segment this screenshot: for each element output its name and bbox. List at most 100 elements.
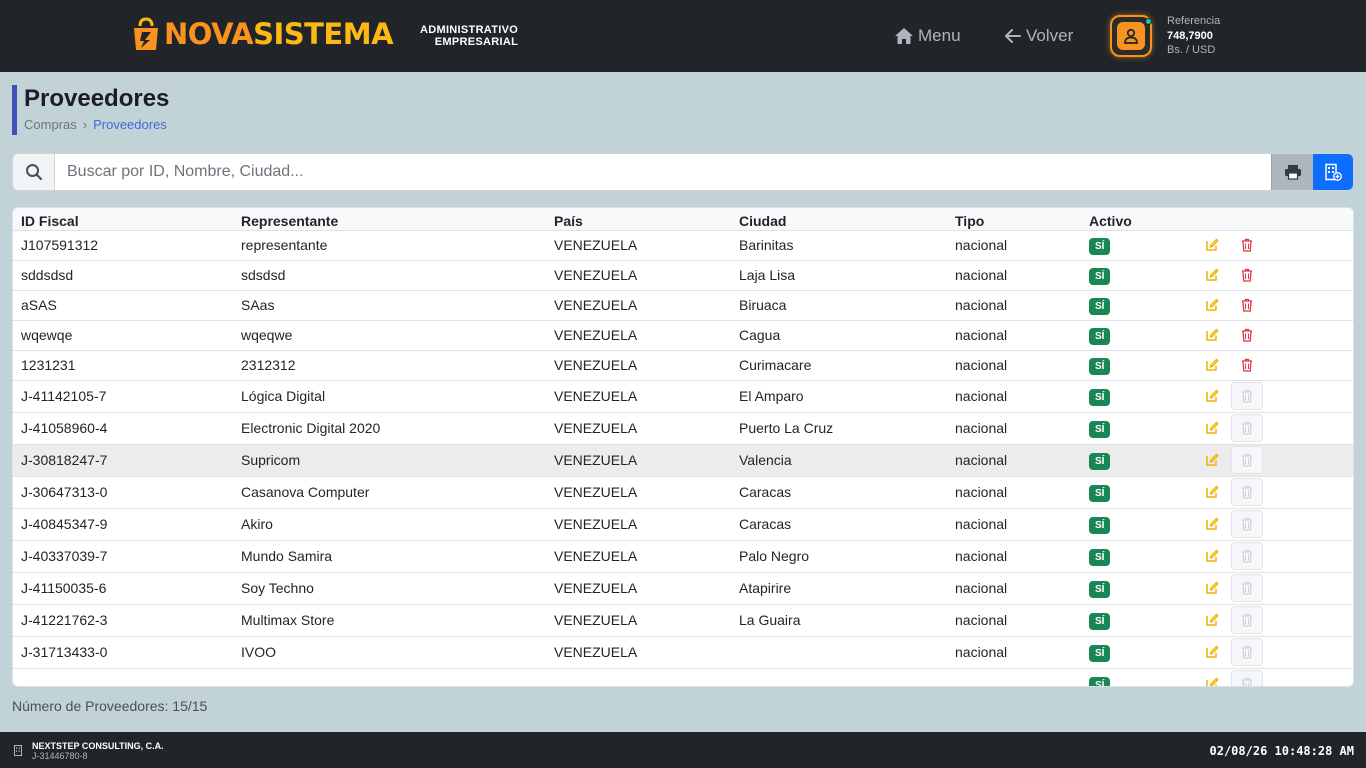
cell-tipo: nacional xyxy=(947,444,1081,477)
edit-button[interactable] xyxy=(1201,549,1229,563)
status-badge: SÍ xyxy=(1089,267,1111,285)
edit-button[interactable] xyxy=(1201,389,1229,403)
table-row[interactable]: J-30647313-0 Casanova Computer VENEZUELA Ca… xyxy=(13,476,1353,509)
delete-button[interactable] xyxy=(1231,231,1263,259)
column-header-id[interactable]: ID Fiscal xyxy=(13,208,233,231)
cell-actions xyxy=(1193,260,1353,291)
delete-button[interactable] xyxy=(1231,291,1263,319)
cell-activo: SÍ xyxy=(1081,230,1193,261)
status-badge: SÍ xyxy=(1089,420,1111,438)
status-badge: SÍ xyxy=(1089,516,1111,534)
table-row[interactable]: 1231231 2312312 VENEZUELA Curimacare naciona… xyxy=(13,350,1353,381)
table-body: J107591312 representante VENEZUELA Barinita… xyxy=(13,230,1353,686)
edit-icon xyxy=(1206,645,1219,658)
status-footer: NEXTSTEP CONSULTING, C.A. J-31446780-8 0… xyxy=(0,732,1366,768)
column-header-activo[interactable]: Activo xyxy=(1081,208,1193,231)
add-supplier-button[interactable] xyxy=(1313,154,1353,190)
cell-pais: VENEZUELA xyxy=(546,508,731,541)
cell-representante: Mundo Samira xyxy=(233,540,546,573)
edit-button[interactable] xyxy=(1201,485,1229,499)
edit-icon xyxy=(1206,517,1219,530)
column-header-representante[interactable]: Representante xyxy=(233,208,546,231)
cell-representante: representante xyxy=(233,230,546,261)
edit-button[interactable] xyxy=(1201,358,1229,372)
edit-button[interactable] xyxy=(1201,517,1229,531)
delete-button[interactable] xyxy=(1231,261,1263,289)
edit-icon xyxy=(1206,549,1219,562)
column-header-tipo[interactable]: Tipo xyxy=(947,208,1081,231)
brand-part1: NOVA xyxy=(164,16,254,51)
trash-icon xyxy=(1242,517,1252,531)
breadcrumb-parent[interactable]: Compras xyxy=(24,117,77,132)
delete-button[interactable] xyxy=(1231,351,1263,379)
edit-icon xyxy=(1206,677,1219,686)
breadcrumb: Compras › Proveedores xyxy=(24,117,169,132)
edit-button[interactable] xyxy=(1201,268,1229,282)
edit-button[interactable] xyxy=(1201,298,1229,312)
column-header-ciudad[interactable]: Ciudad xyxy=(731,208,947,231)
cell-pais: VENEZUELA xyxy=(546,230,731,261)
home-icon xyxy=(895,28,913,44)
cell-ciudad: La Guaira xyxy=(731,604,947,637)
print-button[interactable] xyxy=(1271,154,1313,190)
delete-button xyxy=(1231,478,1263,506)
table-row[interactable]: J-41221762-3 Multimax Store VENEZUELA La Gu… xyxy=(13,604,1353,637)
trash-icon xyxy=(1242,453,1252,467)
delete-button xyxy=(1231,638,1263,666)
delete-button[interactable] xyxy=(1231,321,1263,349)
table-row[interactable]: SÍ xyxy=(13,668,1353,686)
cell-id-fiscal: J-30647313-0 xyxy=(13,476,233,509)
cell-activo: SÍ xyxy=(1081,350,1193,381)
cell-ciudad: Cagua xyxy=(731,320,947,351)
tagline-line2: EMPRESARIAL xyxy=(434,36,519,48)
breadcrumb-separator: › xyxy=(82,117,88,132)
table-row[interactable]: J-41150035-6 Soy Techno VENEZUELA Atapirire… xyxy=(13,572,1353,605)
cell-ciudad: Atapirire xyxy=(731,572,947,605)
edit-button[interactable] xyxy=(1201,328,1229,342)
user-avatar[interactable] xyxy=(1110,15,1152,57)
edit-button[interactable] xyxy=(1201,677,1229,686)
table-row[interactable]: J-40845347-9 Akiro VENEZUELA Caracas naciona… xyxy=(13,508,1353,541)
table-row[interactable]: J-31713433-0 IVOO VENEZUELA nacional SÍ xyxy=(13,636,1353,669)
table-row[interactable]: J-41058960-4 Electronic Digital 2020 VENEZ… xyxy=(13,412,1353,445)
cell-actions xyxy=(1193,320,1353,351)
cell-id-fiscal: J-40337039-7 xyxy=(13,540,233,573)
cell-representante: IVOO xyxy=(233,636,546,669)
table-row[interactable]: J-41142105-7 Lógica Digital VENEZUELA El Am… xyxy=(13,380,1353,413)
status-badge: SÍ xyxy=(1089,484,1111,502)
status-badge: SÍ xyxy=(1089,237,1111,255)
search-input[interactable] xyxy=(55,154,1271,190)
table-row[interactable]: sddsdsd sdsdsd VENEZUELA Laja Lisa nacional S… xyxy=(13,260,1353,291)
table-row[interactable]: J107591312 representante VENEZUELA Barinita… xyxy=(13,230,1353,261)
company-id: J-31446780-8 xyxy=(32,751,88,761)
table-row[interactable]: J-40337039-7 Mundo Samira VENEZUELA Palo Ne… xyxy=(13,540,1353,573)
cell-tipo: nacional xyxy=(947,572,1081,605)
status-badge: SÍ xyxy=(1089,548,1111,566)
menu-button[interactable]: Menu xyxy=(894,24,961,48)
edit-icon xyxy=(1206,238,1219,251)
table-row[interactable]: J-30818247-7 Supricom VENEZUELA Valencia nac… xyxy=(13,444,1353,477)
cell-activo: SÍ xyxy=(1081,380,1193,413)
brand-logo[interactable]: NOVASISTEMA xyxy=(132,14,394,54)
edit-button[interactable] xyxy=(1201,645,1229,659)
edit-button[interactable] xyxy=(1201,421,1229,435)
table-row[interactable]: wqewqe wqeqwe VENEZUELA Cagua nacional SÍ xyxy=(13,320,1353,351)
brand-name: NOVASISTEMA xyxy=(164,16,394,51)
cell-id-fiscal: J-41058960-4 xyxy=(13,412,233,445)
edit-button[interactable] xyxy=(1201,581,1229,595)
back-button[interactable]: Volver xyxy=(1004,24,1073,48)
cell-representante xyxy=(233,668,546,686)
cell-tipo: nacional xyxy=(947,508,1081,541)
edit-button[interactable] xyxy=(1201,238,1229,252)
column-header-pais[interactable]: País xyxy=(546,208,731,231)
cell-tipo: nacional xyxy=(947,604,1081,637)
edit-button[interactable] xyxy=(1201,613,1229,627)
cell-pais: VENEZUELA xyxy=(546,636,731,669)
cell-activo: SÍ xyxy=(1081,668,1193,686)
status-badge: SÍ xyxy=(1089,676,1111,686)
table-row[interactable]: aSAS SAas VENEZUELA Biruaca nacional SÍ xyxy=(13,290,1353,321)
edit-button[interactable] xyxy=(1201,453,1229,467)
cell-tipo: nacional xyxy=(947,290,1081,321)
cell-id-fiscal: J-41221762-3 xyxy=(13,604,233,637)
cell-tipo: nacional xyxy=(947,636,1081,669)
